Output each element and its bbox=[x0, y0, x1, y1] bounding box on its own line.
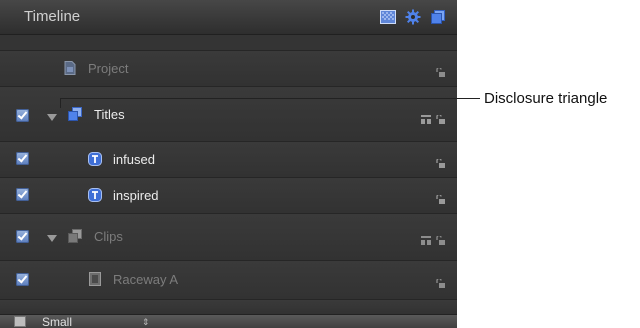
select-arrows-icon: ⇕ bbox=[142, 317, 150, 327]
text-layer-icon bbox=[88, 188, 102, 202]
panel-title: Timeline bbox=[24, 8, 81, 25]
layer-enable-checkbox[interactable] bbox=[16, 152, 29, 165]
panel-footer: Small ⇕ bbox=[0, 314, 457, 328]
layer-row-infused[interactable]: infused bbox=[0, 142, 457, 178]
layer-name: Clips bbox=[94, 229, 123, 244]
group-icon bbox=[421, 232, 431, 245]
size-select[interactable]: Small ⇕ bbox=[30, 315, 160, 328]
size-select-value: Small bbox=[42, 315, 73, 328]
layer-name: Titles bbox=[94, 107, 125, 122]
layer-row-clips[interactable]: Clips bbox=[0, 214, 457, 261]
text-layer-icon bbox=[88, 152, 102, 166]
lock-icon[interactable] bbox=[436, 64, 445, 77]
lock-icon[interactable] bbox=[436, 275, 445, 288]
project-icon bbox=[63, 61, 77, 75]
layer-row-inspired[interactable]: inspired bbox=[0, 178, 457, 214]
group-icon bbox=[68, 107, 82, 121]
callout-label: Disclosure triangle bbox=[484, 90, 608, 107]
panel-header: Timeline bbox=[0, 0, 457, 35]
gear-icon[interactable] bbox=[405, 9, 421, 25]
layer-enable-checkbox[interactable] bbox=[16, 109, 29, 122]
layer-row-partial bbox=[0, 300, 457, 315]
layer-name: Project bbox=[88, 61, 129, 76]
layer-enable-checkbox[interactable] bbox=[16, 188, 29, 201]
ruler-strip bbox=[0, 35, 457, 51]
layer-row-titles[interactable]: Titles bbox=[0, 87, 457, 142]
lock-icon[interactable] bbox=[436, 191, 445, 204]
layer-name: inspired bbox=[113, 188, 159, 203]
group-icon bbox=[68, 229, 82, 243]
layer-enable-checkbox[interactable] bbox=[16, 273, 29, 286]
layer-name: infused bbox=[113, 152, 155, 167]
lock-icon[interactable] bbox=[436, 232, 445, 245]
callout-leader-tick bbox=[60, 98, 61, 108]
layers-icon[interactable] bbox=[430, 9, 446, 25]
layer-enable-checkbox[interactable] bbox=[16, 230, 29, 243]
layer-row-raceway-a[interactable]: Raceway A bbox=[0, 261, 457, 300]
lock-icon[interactable] bbox=[436, 155, 445, 168]
disclosure-triangle-icon[interactable] bbox=[47, 235, 57, 242]
layer-row-project[interactable]: Project bbox=[0, 51, 457, 87]
timeline-panel: Timeline Project Titles infused inspired… bbox=[0, 0, 457, 328]
group-icon bbox=[421, 111, 431, 124]
callout-leader-line bbox=[60, 98, 480, 99]
disclosure-triangle-icon[interactable] bbox=[47, 114, 57, 121]
clip-icon bbox=[88, 272, 102, 286]
lock-icon[interactable] bbox=[436, 111, 445, 124]
layer-name: Raceway A bbox=[113, 272, 179, 287]
checker-icon[interactable] bbox=[380, 9, 396, 25]
thumbnail-icon bbox=[14, 316, 26, 327]
